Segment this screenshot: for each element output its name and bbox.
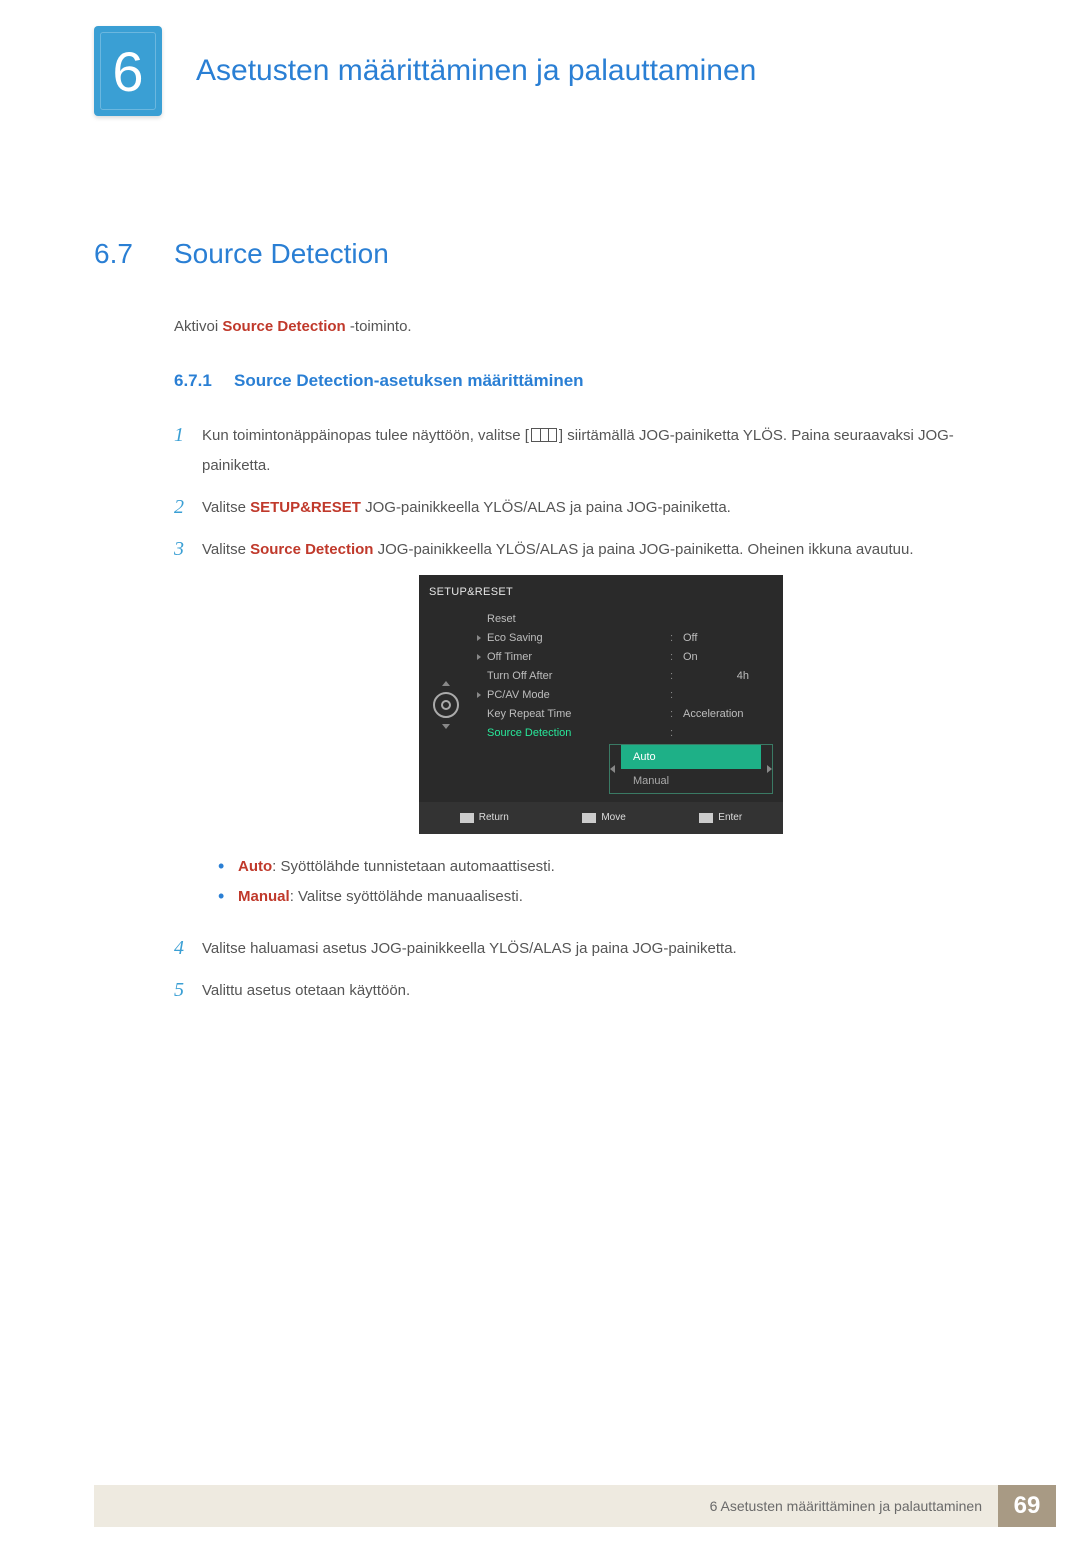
section-heading: 6.7 Source Detection xyxy=(94,238,1000,270)
osd-row-sourcedetect: Source Detection : xyxy=(473,723,783,742)
subsection-number: 6.7.1 xyxy=(174,371,234,391)
step-3: 3 Valitse Source Detection JOG-painikkee… xyxy=(174,535,1000,922)
osd-sidebar xyxy=(419,607,473,802)
footer-text: 6 Asetusten määrittäminen ja palauttamin… xyxy=(94,1485,998,1527)
bullet-manual: • Manual: Valitse syöttölähde manuaalise… xyxy=(218,882,1000,912)
osd-row-turnoff: Turn Off After : 4h xyxy=(473,666,783,685)
intro-text: Aktivoi Source Detection -toiminto. xyxy=(174,318,1000,335)
gear-icon xyxy=(433,692,459,718)
osd-list: Reset Eco Saving : Off xyxy=(473,607,783,802)
chapter-header: 6 Asetusten määrittäminen ja palauttamin… xyxy=(94,26,1080,116)
osd-enter: Enter xyxy=(699,808,742,828)
osd-dropdown: Auto Manual xyxy=(609,744,773,794)
osd-row-eco: Eco Saving : Off xyxy=(473,628,783,647)
osd-row-reset: Reset xyxy=(473,609,783,628)
chevron-right-icon xyxy=(477,692,481,698)
step-1: 1 Kun toimintonäppäinopas tulee näyttöön… xyxy=(174,421,1000,481)
step-number: 4 xyxy=(174,934,202,964)
arrow-left-icon xyxy=(610,765,615,773)
bullet-auto: • Auto: Syöttölähde tunnistetaan automaa… xyxy=(218,852,1000,882)
osd-option-manual: Manual xyxy=(621,769,761,793)
setup-reset-term: SETUP&RESET xyxy=(250,499,361,516)
osd-row-keyrepeat: Key Repeat Time : Acceleration xyxy=(473,704,783,723)
step-2: 2 Valitse SETUP&RESET JOG-painikkeella Y… xyxy=(174,493,1000,523)
move-icon xyxy=(582,813,596,823)
chapter-number: 6 xyxy=(112,39,143,104)
arrow-down-icon xyxy=(442,724,450,729)
chevron-right-icon xyxy=(477,635,481,641)
arrow-up-icon xyxy=(442,681,450,686)
intro-term: Source Detection xyxy=(222,318,345,335)
osd-move: Move xyxy=(582,808,625,828)
enter-icon xyxy=(699,813,713,823)
step-4: 4 Valitse haluamasi asetus JOG-painikkee… xyxy=(174,934,1000,964)
page-number: 69 xyxy=(998,1485,1056,1527)
menu-grid-icon xyxy=(531,428,557,442)
page-footer: 6 Asetusten määrittäminen ja palauttamin… xyxy=(94,1485,1056,1527)
source-detection-term: Source Detection xyxy=(250,541,373,558)
subsection-title: Source Detection-asetuksen määrittäminen xyxy=(234,371,584,391)
chevron-right-icon xyxy=(477,654,481,660)
step-number: 5 xyxy=(174,976,202,1006)
osd-row-pcav: PC/AV Mode : xyxy=(473,685,783,704)
section-number: 6.7 xyxy=(94,238,174,270)
return-icon xyxy=(460,813,474,823)
bullet-auto-label: Auto xyxy=(238,858,272,875)
osd-footer: Return Move Enter xyxy=(419,802,783,834)
bullet-manual-label: Manual xyxy=(238,888,290,905)
chapter-badge: 6 xyxy=(94,26,162,116)
step-5: 5 Valittu asetus otetaan käyttöön. xyxy=(174,976,1000,1006)
step-number: 2 xyxy=(174,493,202,523)
arrow-right-icon xyxy=(767,765,772,773)
step-number: 3 xyxy=(174,535,202,922)
step-number: 1 xyxy=(174,421,202,481)
osd-return: Return xyxy=(460,808,509,828)
osd-row-offtimer: Off Timer : On xyxy=(473,647,783,666)
osd-option-auto: Auto xyxy=(621,745,761,769)
subsection-heading: 6.7.1 Source Detection-asetuksen määritt… xyxy=(174,371,1000,391)
osd-window: SETUP&RESET Reset xyxy=(419,575,783,834)
osd-title: SETUP&RESET xyxy=(419,575,783,607)
chapter-title: Asetusten määrittäminen ja palauttaminen xyxy=(196,54,756,88)
section-title: Source Detection xyxy=(174,238,389,270)
